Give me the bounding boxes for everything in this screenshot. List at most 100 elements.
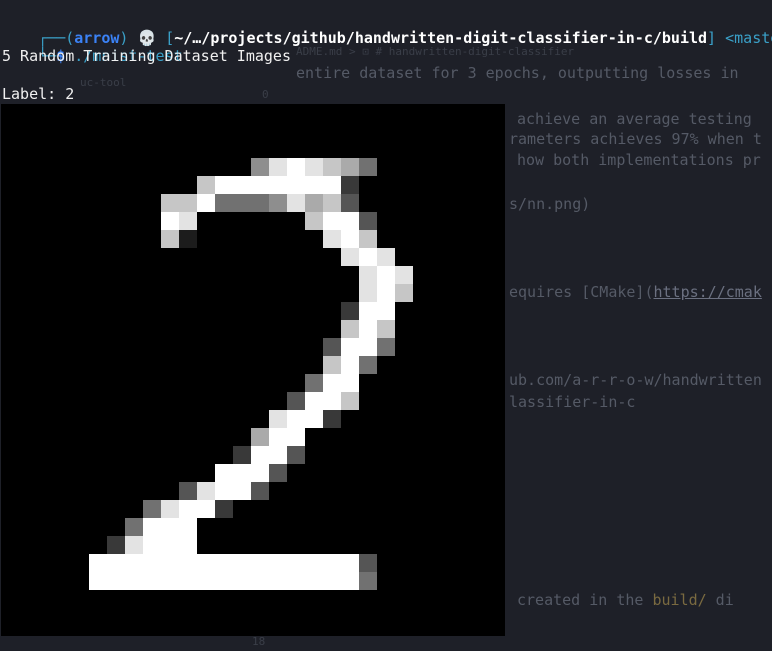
- digit-pixel: [305, 194, 323, 212]
- digit-pixel: [341, 554, 359, 572]
- digit-pixel: [341, 176, 359, 194]
- digit-pixel: [377, 302, 395, 320]
- digit-pixel: [215, 464, 233, 482]
- digit-pixel: [251, 464, 269, 482]
- digit-pixel: [287, 410, 305, 428]
- digit-pixel: [251, 554, 269, 572]
- digit-pixel: [233, 482, 251, 500]
- digit-pixel: [359, 572, 377, 590]
- digit-pixel: [287, 194, 305, 212]
- digit-pixel: [197, 554, 215, 572]
- digit-pixel: [215, 572, 233, 590]
- digit-pixel: [143, 518, 161, 536]
- digit-pixel: [305, 374, 323, 392]
- digit-pixel: [179, 194, 197, 212]
- digit-pixel: [269, 410, 287, 428]
- digit-pixel: [341, 194, 359, 212]
- digit-pixel-grid: [89, 158, 413, 590]
- command-line[interactable]: └─$ ./mnist-test: [2, 26, 183, 65]
- digit-pixel: [161, 572, 179, 590]
- digit-pixel: [269, 158, 287, 176]
- digit-pixel: [107, 554, 125, 572]
- digit-pixel: [269, 446, 287, 464]
- digit-pixel: [287, 176, 305, 194]
- digit-pixel: [341, 212, 359, 230]
- digit-pixel: [179, 536, 197, 554]
- digit-pixel: [161, 230, 179, 248]
- digit-pixel: [287, 554, 305, 572]
- digit-pixel: [233, 554, 251, 572]
- digit-pixel: [359, 248, 377, 266]
- digit-pixel: [215, 554, 233, 572]
- digit-pixel: [377, 320, 395, 338]
- digit-pixel: [341, 230, 359, 248]
- digit-pixel: [143, 536, 161, 554]
- digit-pixel: [251, 194, 269, 212]
- digit-pixel: [305, 410, 323, 428]
- digit-pixel: [341, 374, 359, 392]
- digit-pixel: [215, 194, 233, 212]
- digit-pixel: [179, 212, 197, 230]
- digit-pixel: [323, 338, 341, 356]
- digit-pixel: [359, 158, 377, 176]
- digit-pixel: [233, 572, 251, 590]
- digit-pixel: [323, 212, 341, 230]
- digit-pixel: [377, 266, 395, 284]
- digit-pixel: [143, 554, 161, 572]
- digit-pixel: [233, 176, 251, 194]
- digit-pixel: [161, 536, 179, 554]
- digit-pixel: [377, 338, 395, 356]
- digit-pixel: [359, 320, 377, 338]
- digit-pixel: [197, 572, 215, 590]
- digit-pixel: [359, 338, 377, 356]
- digit-pixel: [251, 428, 269, 446]
- digit-pixel: [359, 302, 377, 320]
- digit-pixel: [125, 554, 143, 572]
- digit-pixel: [215, 500, 233, 518]
- digit-pixel: [359, 554, 377, 572]
- digit-pixel: [305, 212, 323, 230]
- digit-pixel: [161, 554, 179, 572]
- output-header: 5 Random Training Dataset Images: [2, 47, 291, 65]
- digit-pixel: [323, 554, 341, 572]
- digit-pixel: [323, 230, 341, 248]
- digit-pixel: [269, 554, 287, 572]
- prompt-line: ┌──(arrow) 💀 [~/…/projects/github/handwr…: [2, 8, 772, 47]
- digit-pixel: [269, 428, 287, 446]
- digit-image: [1, 104, 505, 636]
- digit-pixel: [125, 572, 143, 590]
- digit-pixel: [341, 158, 359, 176]
- digit-pixel: [251, 482, 269, 500]
- digit-pixel: [179, 482, 197, 500]
- digit-pixel: [287, 392, 305, 410]
- digit-pixel: [89, 572, 107, 590]
- digit-pixel: [197, 482, 215, 500]
- digit-pixel: [323, 194, 341, 212]
- digit-pixel: [251, 446, 269, 464]
- digit-pixel: [143, 572, 161, 590]
- digit-pixel: [305, 176, 323, 194]
- digit-pixel: [179, 572, 197, 590]
- digit-pixel: [287, 428, 305, 446]
- digit-pixel: [179, 554, 197, 572]
- digit-pixel: [287, 572, 305, 590]
- digit-pixel: [197, 500, 215, 518]
- digit-pixel: [323, 374, 341, 392]
- digit-pixel: [341, 248, 359, 266]
- digit-pixel: [323, 176, 341, 194]
- digit-pixel: [323, 572, 341, 590]
- digit-pixel: [161, 518, 179, 536]
- digit-pixel: [359, 284, 377, 302]
- digit-pixel: [107, 572, 125, 590]
- digit-pixel: [161, 500, 179, 518]
- digit-pixel: [377, 248, 395, 266]
- digit-pixel: [197, 194, 215, 212]
- digit-pixel: [161, 194, 179, 212]
- digit-pixel: [341, 392, 359, 410]
- digit-pixel: [305, 392, 323, 410]
- terminal-window[interactable]: ┌──(arrow) 💀 [~/…/projects/github/handwr…: [0, 0, 772, 651]
- digit-pixel: [233, 464, 251, 482]
- digit-pixel: [359, 212, 377, 230]
- digit-pixel: [269, 176, 287, 194]
- digit-pixel: [323, 356, 341, 374]
